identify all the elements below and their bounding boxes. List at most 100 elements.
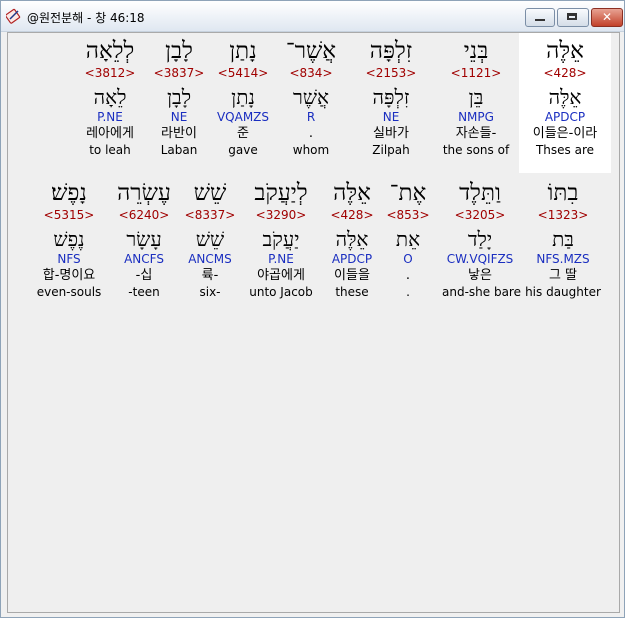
korean-gloss: -십 <box>135 268 153 283</box>
strong-number: <5315> <box>43 208 95 222</box>
lemma: אֲשֶׁר <box>293 85 329 109</box>
english-gloss: unto Jacob <box>249 285 313 299</box>
morph-code: P.NE <box>268 252 294 266</box>
lemma: עָשָׂר <box>126 227 162 251</box>
english-gloss: six- <box>199 285 221 299</box>
minimize-icon <box>535 19 545 21</box>
hebrew-word: לְלֵאָה <box>85 38 135 64</box>
english-gloss: his daughter <box>525 285 601 299</box>
lemma: בֵּן <box>468 85 484 109</box>
strong-number: <428> <box>543 66 587 80</box>
word-cell[interactable]: עֶשְׂרֵה <6240> עָשָׂר ANCFS -십 -teen <box>106 178 182 299</box>
strong-number: <3205> <box>454 208 506 222</box>
english-gloss: these <box>335 285 369 299</box>
word-cell[interactable]: לְיַעֲקֹב <3290> יַעֲקֹב P.NE 야곱에게 unto … <box>243 178 319 299</box>
hebrew-word: אֵלֶּה <box>333 180 371 206</box>
strong-number: <8337> <box>184 208 236 222</box>
word-cell[interactable]: שֵׁשׁ <8337> שֵׁשׁ ANCMS 륙- six- <box>172 178 248 299</box>
hebrew-word: זִלְפָּה <box>369 38 413 64</box>
english-gloss: Laban <box>160 143 198 157</box>
korean-gloss: 합-명이요 <box>42 268 96 283</box>
hebrew-word: עֶשְׂרֵה <box>117 180 171 206</box>
korean-gloss: . <box>308 126 314 141</box>
morph-code: NFS <box>57 252 81 266</box>
app-icon <box>5 8 22 24</box>
english-gloss: Thses are <box>535 143 595 157</box>
strong-number: <834> <box>289 66 333 80</box>
english-gloss: to leah <box>89 143 131 157</box>
word-cell[interactable]: בְּנֵי <1121> בֵּן NMPG 자손들- the sons of <box>438 36 514 157</box>
hebrew-word: לָבָן <box>165 38 193 64</box>
word-cell[interactable]: לְלֵאָה <3812> לֵאָה P.NE 레아에게 to leah <box>72 36 148 157</box>
english-gloss: Zilpah <box>372 143 410 157</box>
korean-gloss: 실바가 <box>373 126 409 141</box>
hebrew-word: שֵׁשׁ <box>193 180 227 206</box>
word-cell[interactable]: לָבָן <3837> לָבָן NE 라반이 Laban <box>141 36 217 157</box>
korean-gloss: 낳은 <box>468 268 492 283</box>
english-gloss: -teen <box>128 285 160 299</box>
lemma: זִלְפָּה <box>372 85 410 109</box>
lemma: יָלַד <box>467 227 493 251</box>
strong-number: <1121> <box>450 66 502 80</box>
lemma: שֵׁשׁ <box>195 227 225 251</box>
hebrew-word: אֲשֶׁר־ <box>285 38 337 64</box>
korean-gloss: 야곱에게 <box>257 268 305 283</box>
morph-code: NFS.MZS <box>536 252 590 266</box>
strong-number: <1323> <box>537 208 589 222</box>
lemma: יַעֲקֹב <box>262 227 300 251</box>
word-cell[interactable]: אֵלֶּה <428> אֵלֶּה APDCP 이들을 these <box>314 178 390 299</box>
english-gloss: the sons of <box>442 143 510 157</box>
morph-code: NE <box>382 110 400 124</box>
word-cell[interactable]: נָפֶשׁ׃ <5315> נֶפֶשׁ NFS 합-명이요 even-sou… <box>31 178 107 299</box>
word-cell[interactable]: בִתּוֹ <1323> בַּת NFS.MZS 그 딸 his daugh… <box>525 178 601 299</box>
title-bar[interactable]: @원전분해 - 창 46:18 ✕ <box>1 1 624 32</box>
hebrew-word: לְיַעֲקֹב <box>254 180 308 206</box>
korean-gloss: 라반이 <box>161 126 197 141</box>
word-cell[interactable]: אֵלֶּה <428> אֵלֶּה APDCP 이들은-이라 Thses a… <box>527 36 603 157</box>
lemma: אֵלֶּה <box>548 85 582 109</box>
lemma: לָבָן <box>166 85 192 109</box>
close-icon: ✕ <box>601 10 613 24</box>
strong-number: <3290> <box>255 208 307 222</box>
window-frame: @원전분해 - 창 46:18 ✕ אֵלֶּה <428> אֵלֶּה AP… <box>0 0 625 618</box>
hebrew-word: אֵלֶּה <box>546 38 584 64</box>
maximize-button[interactable] <box>557 8 589 27</box>
hebrew-word: וַתֵּלֶד <box>459 180 501 206</box>
strong-number: <3837> <box>153 66 205 80</box>
word-cell[interactable]: אֲשֶׁר־ <834> אֲשֶׁר R . whom <box>273 36 349 157</box>
english-gloss: and-she bare <box>442 285 521 299</box>
hebrew-word: בִתּוֹ <box>547 180 579 206</box>
morph-code: ANCMS <box>188 252 232 266</box>
morph-code: ANCFS <box>124 252 164 266</box>
hebrew-word: נָפֶשׁ׃ <box>51 180 87 206</box>
strong-number: <6240> <box>118 208 170 222</box>
english-gloss: whom <box>292 143 330 157</box>
korean-gloss: 자손들- <box>455 126 497 141</box>
window-title: @원전분해 - 창 46:18 <box>27 11 145 25</box>
interlinear-panel: אֵלֶּה <428> אֵלֶּה APDCP 이들은-이라 Thses a… <box>7 32 620 613</box>
korean-gloss: 이들은-이라 <box>532 126 598 141</box>
close-button[interactable]: ✕ <box>591 8 623 27</box>
morph-code: APDCP <box>331 252 373 266</box>
morph-code: CW.VQIFZS <box>446 252 514 266</box>
word-cell[interactable]: זִלְפָּה <2153> זִלְפָּה NE 실바가 Zilpah <box>353 36 429 157</box>
english-gloss: even-souls <box>36 285 102 299</box>
strong-number: <2153> <box>365 66 417 80</box>
lemma: אֵלֶּה <box>335 227 369 251</box>
morph-code: NMPG <box>458 110 494 124</box>
korean-gloss: 이들을 <box>334 268 370 283</box>
hebrew-word: בְּנֵי <box>463 38 489 64</box>
korean-gloss: 륙- <box>201 268 219 283</box>
morph-code: NE <box>170 110 188 124</box>
lemma: בַּת <box>552 227 574 251</box>
minimize-button[interactable] <box>525 8 555 27</box>
word-cell[interactable]: וַתֵּלֶד <3205> יָלַד CW.VQIFZS 낳은 and-s… <box>442 178 521 299</box>
lemma: לֵאָה <box>93 85 127 109</box>
morph-code: APDCP <box>544 110 586 124</box>
maximize-icon <box>567 13 577 20</box>
morph-code: P.NE <box>97 110 123 124</box>
korean-gloss: 레아에게 <box>86 126 134 141</box>
lemma: נֶפֶשׁ <box>53 227 85 251</box>
morph-code: R <box>306 110 316 124</box>
strong-number: <3812> <box>84 66 136 80</box>
